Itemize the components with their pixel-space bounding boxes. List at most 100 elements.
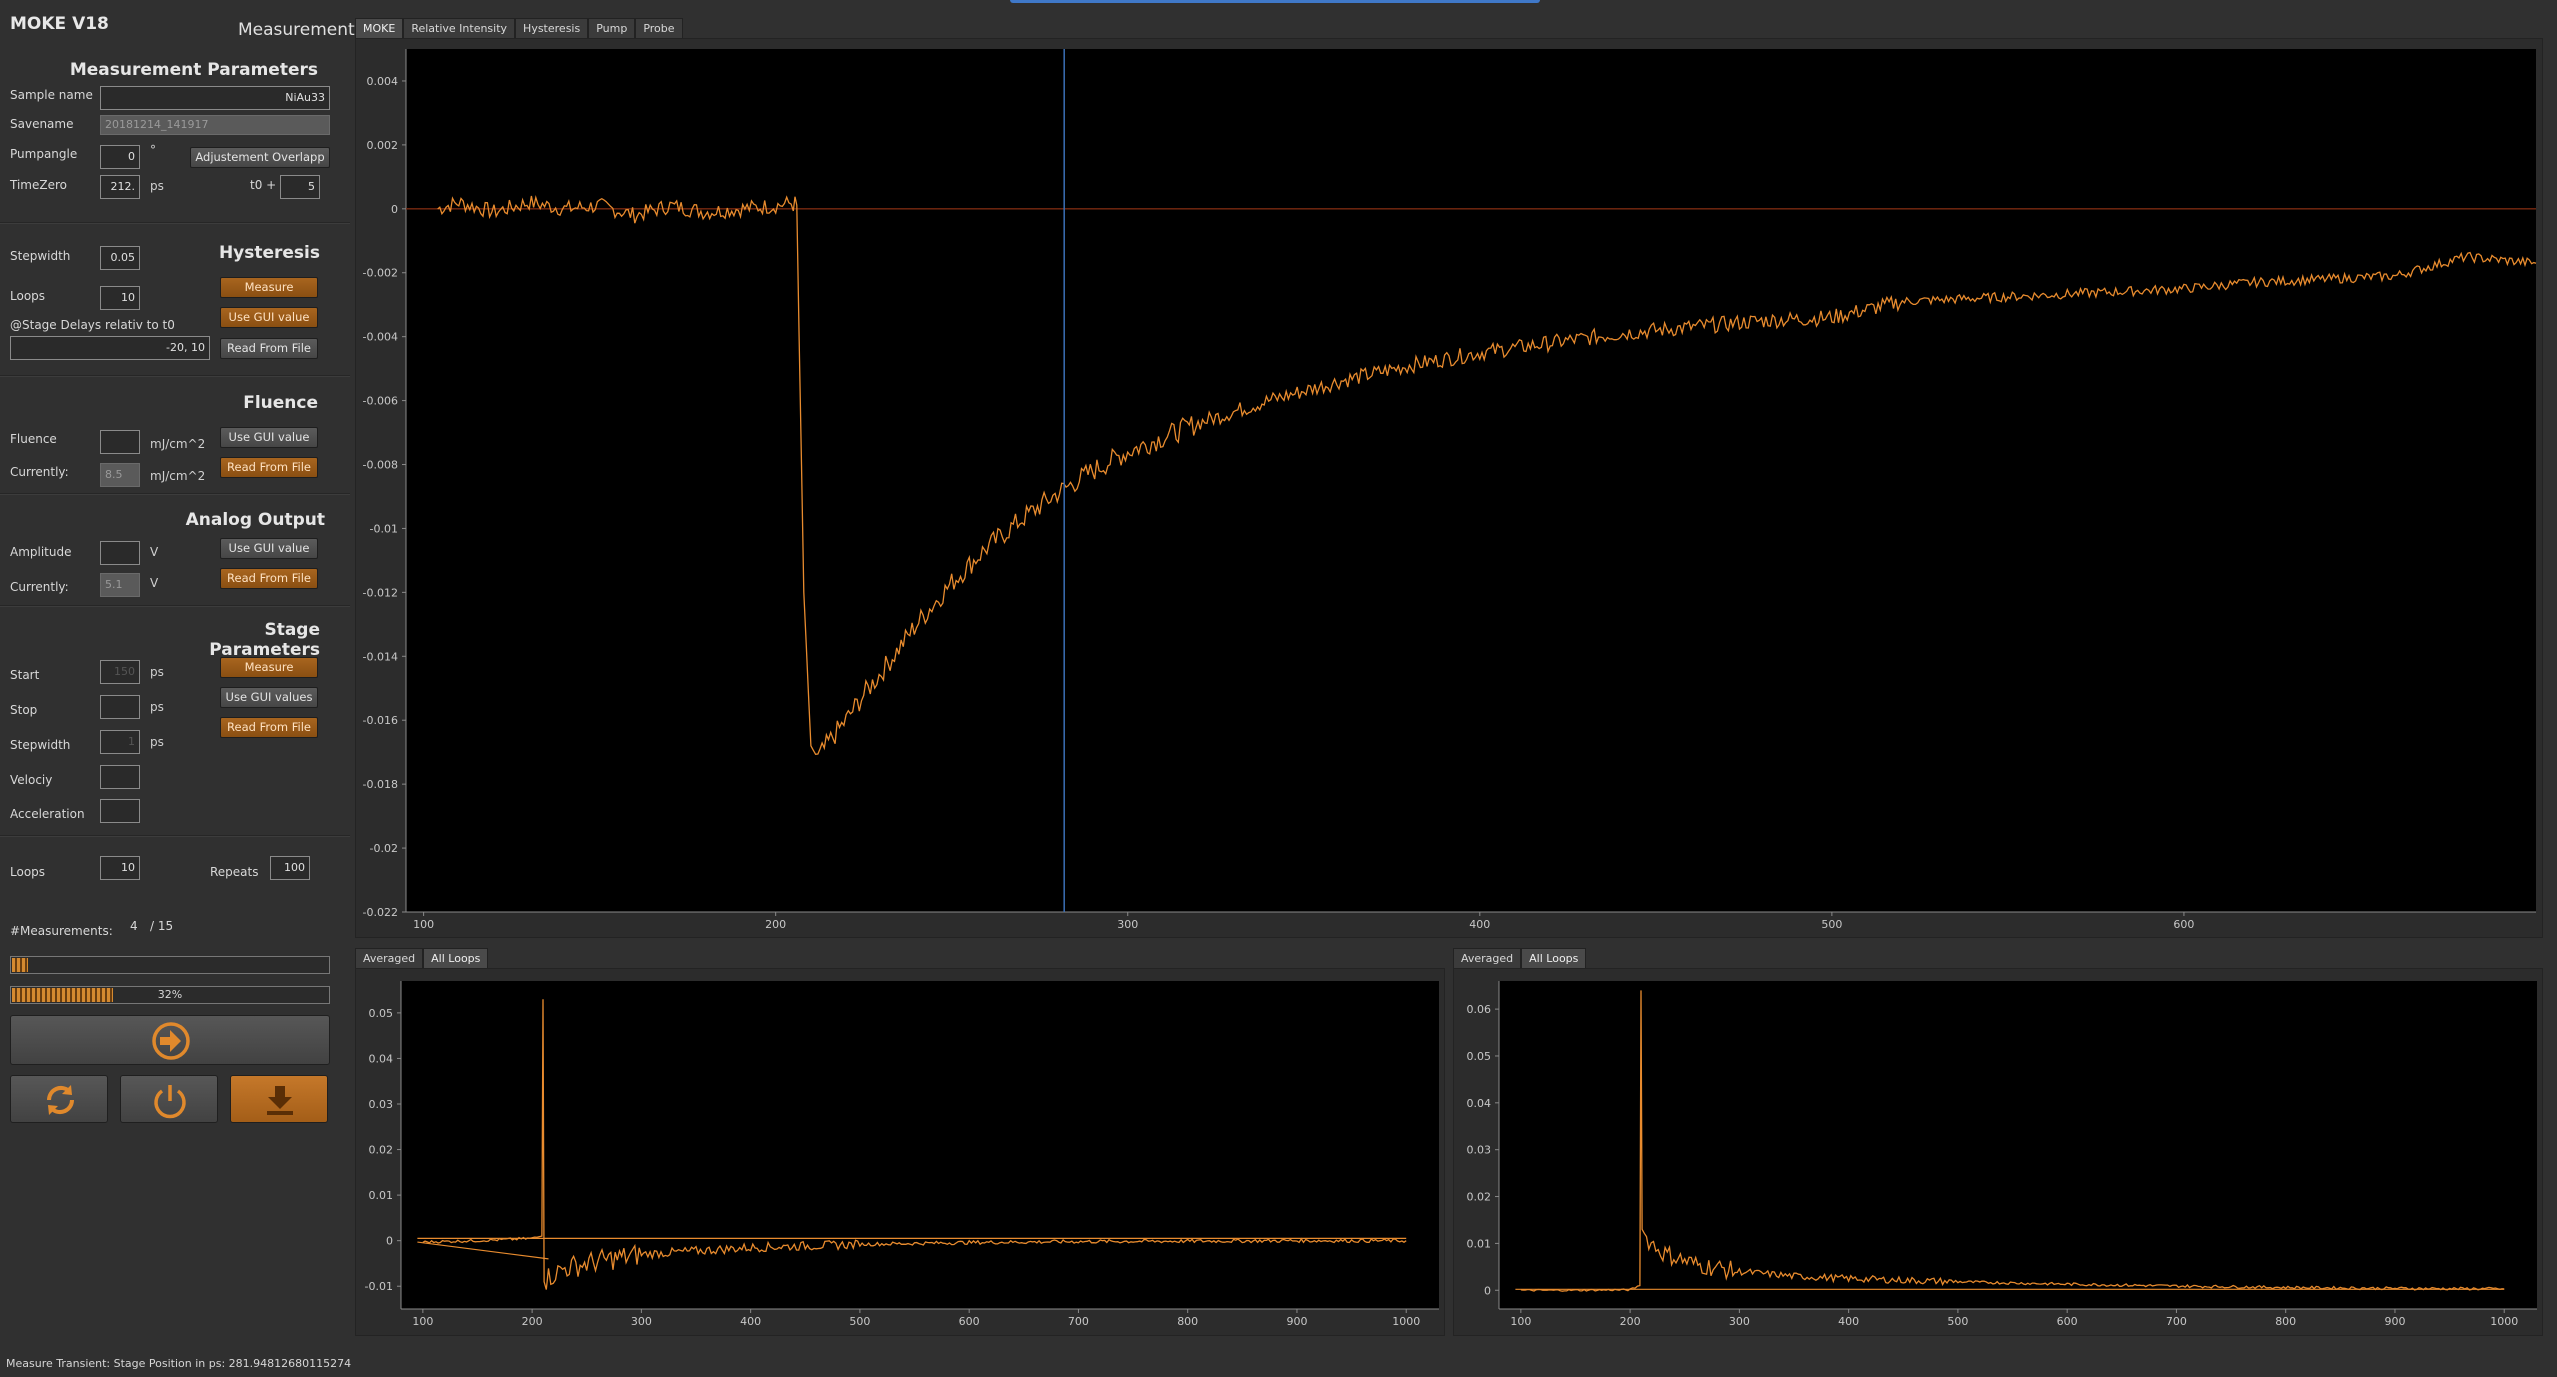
download-icon — [267, 1086, 293, 1115]
hysteresis-stepwidth-input[interactable]: 0.05 — [100, 246, 140, 270]
y-tick-label: 0.04 — [1467, 1097, 1492, 1110]
x-tick-label: 1000 — [2490, 1315, 2518, 1328]
x-tick-label: 500 — [849, 1315, 870, 1328]
total-progress-text: 32% — [157, 988, 183, 1001]
analog-use-gui-button[interactable]: Use GUI value — [220, 538, 318, 559]
stage-acceleration-input[interactable] — [100, 799, 140, 823]
y-tick-label: -0.006 — [363, 395, 398, 408]
hysteresis-read-file-button[interactable]: Read From File — [220, 338, 318, 359]
x-tick-label: 900 — [1286, 1315, 1307, 1328]
y-tick-label: 0.02 — [369, 1144, 394, 1157]
stage-start-input[interactable]: 150 — [100, 660, 140, 684]
y-tick-label: -0.01 — [370, 522, 398, 535]
power-icon — [154, 1085, 186, 1119]
x-tick-label: 300 — [1729, 1315, 1750, 1328]
refresh-button[interactable] — [10, 1075, 108, 1123]
main-plot-panel: 0.004 0.002 0 -0.002 -0.004 -0.006 -0.008 -0.01… — [355, 38, 2543, 938]
total-progress-bar: 32% — [10, 986, 330, 1004]
start-measurement-button[interactable] — [10, 1015, 330, 1065]
status-bar: Measure Transient: Stage Position in ps:… — [6, 1357, 352, 1370]
refresh-icon — [46, 1085, 75, 1115]
sample-name-input[interactable]: NiAu33 — [100, 86, 330, 110]
fluence-use-gui-button[interactable]: Use GUI value — [220, 427, 318, 448]
tab-moke[interactable]: MOKE — [355, 18, 404, 38]
x-tick-label: 400 — [1469, 918, 1490, 931]
fluence-read-file-button[interactable]: Read From File — [220, 457, 318, 478]
hysteresis-loops-input[interactable]: 10 — [100, 286, 140, 310]
tab-hysteresis[interactable]: Hysteresis — [515, 18, 589, 38]
hysteresis-loops-label: Loops — [10, 289, 46, 303]
y-tick-label: 0.004 — [367, 75, 399, 88]
loops-input[interactable]: 10 — [100, 856, 140, 880]
x-tick-label: 100 — [1510, 1315, 1531, 1328]
adjust-overlap-button[interactable]: Adjustement Overlapp — [190, 147, 330, 168]
analog-output-title: Analog Output — [185, 510, 325, 530]
bottom-right-tab-bar: Averaged All Loops — [1453, 948, 1587, 968]
fluence-input[interactable] — [100, 430, 140, 454]
fluence-currently-field: 8.5 — [100, 463, 140, 487]
fluence-currently-unit: mJ/cm^2 — [150, 469, 206, 483]
amplitude-input[interactable] — [100, 541, 140, 565]
analog-currently-unit: V — [150, 576, 159, 590]
x-tick-label: 400 — [1838, 1315, 1859, 1328]
hysteresis-measure-button[interactable]: Measure — [220, 277, 318, 298]
bottom-left-plot[interactable]: 0.05 0.04 0.03 0.02 0.01 0 -0.01 100 200 300 400 50… — [356, 969, 1446, 1337]
app-title: MOKE V18 — [10, 14, 109, 34]
analog-read-file-button[interactable]: Read From File — [220, 568, 318, 589]
timezero-label: TimeZero — [10, 178, 67, 192]
y-tick-label: 0 — [1484, 1284, 1491, 1297]
y-tick-label: 0 — [391, 203, 398, 216]
stage-measure-button[interactable]: Measure — [220, 657, 318, 678]
tab-relative-intensity[interactable]: Relative Intensity — [403, 18, 516, 38]
fluence-label: Fluence — [10, 432, 57, 446]
tab-averaged[interactable]: Averaged — [355, 948, 424, 968]
download-button[interactable] — [230, 1075, 328, 1123]
y-tick-label: -0.014 — [363, 650, 398, 663]
bottom-left-tab-bar: Averaged All Loops — [355, 948, 489, 968]
tab-pump[interactable]: Pump — [588, 18, 636, 38]
stage-stepwidth-input[interactable]: 1 — [100, 730, 140, 754]
x-tick-label: 800 — [1177, 1315, 1198, 1328]
tab-all-loops[interactable]: All Loops — [423, 948, 489, 968]
y-tick-label: 0.02 — [1467, 1191, 1492, 1204]
loop-progress-bar — [10, 956, 330, 974]
bottom-right-plot[interactable]: 0.06 0.05 0.04 0.03 0.02 0.01 0 100 200 300 400 500… — [1454, 969, 2544, 1337]
hysteresis-use-gui-button[interactable]: Use GUI value — [220, 307, 318, 328]
loops-label: Loops — [10, 865, 46, 879]
y-tick-label: -0.02 — [370, 842, 398, 855]
analog-currently-label: Currently: — [10, 580, 69, 594]
tab-all-loops[interactable]: All Loops — [1521, 948, 1587, 968]
separator — [0, 375, 350, 377]
power-button[interactable] — [120, 1075, 218, 1123]
analog-currently-field: 5.1 — [100, 573, 140, 597]
pumpangle-input[interactable]: 0 — [100, 145, 140, 169]
stage-stop-label: Stop — [10, 703, 38, 717]
plot-area — [401, 981, 1439, 1309]
main-plot[interactable]: 0.004 0.002 0 -0.002 -0.004 -0.006 -0.008 -0.01… — [356, 39, 2544, 939]
stage-use-gui-button[interactable]: Use GUI values — [220, 687, 318, 708]
x-tick-label: 500 — [1821, 918, 1842, 931]
x-tick-label: 300 — [1117, 918, 1138, 931]
t0-plus-input[interactable]: 5 — [280, 175, 320, 199]
x-tick-label: 700 — [2166, 1315, 2187, 1328]
separator — [0, 493, 350, 495]
stage-stop-input[interactable] — [100, 695, 140, 719]
y-tick-label: -0.008 — [363, 459, 398, 472]
x-tick-label: 1000 — [1392, 1315, 1420, 1328]
tab-averaged[interactable]: Averaged — [1453, 948, 1522, 968]
mode-label: Measurement — [238, 20, 355, 40]
amplitude-label: Amplitude — [10, 545, 72, 559]
separator — [0, 605, 350, 607]
timezero-input[interactable]: 212. — [100, 175, 140, 199]
tab-probe[interactable]: Probe — [635, 18, 683, 38]
x-tick-label: 600 — [2173, 918, 2194, 931]
stage-delays-input[interactable]: -20, 10 — [10, 336, 210, 360]
stage-read-file-button[interactable]: Read From File — [220, 717, 318, 738]
measurements-label: #Measurements: — [10, 924, 113, 938]
x-tick-label: 300 — [631, 1315, 652, 1328]
repeats-input[interactable]: 100 — [270, 856, 310, 880]
stage-velocity-input[interactable] — [100, 765, 140, 789]
stage-start-unit: ps — [150, 665, 164, 679]
sidebar: MOKE V18 Measurement Measurement Paramet… — [0, 0, 355, 1377]
fluence-currently-label: Currently: — [10, 465, 69, 479]
